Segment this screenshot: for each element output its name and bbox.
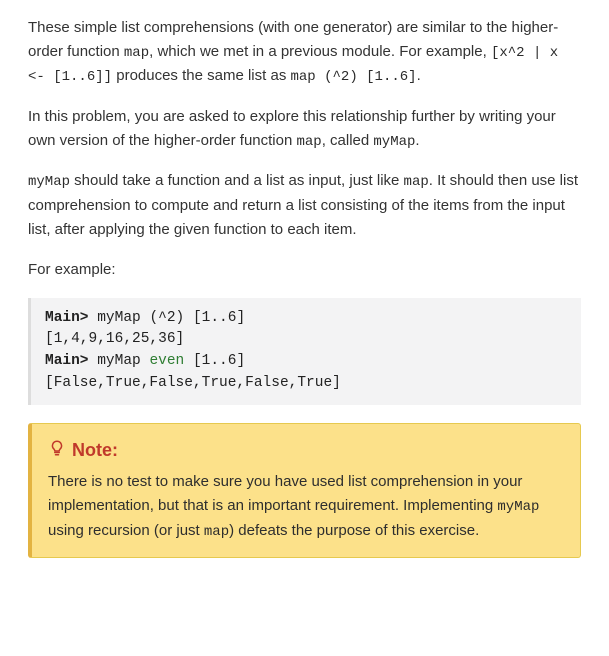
note-heading-text: Note: xyxy=(72,436,118,465)
note-heading: Note: xyxy=(48,436,564,465)
intro-paragraph-1: These simple list comprehensions (with o… xyxy=(28,16,581,89)
note-box: Note: There is no test to make sure you … xyxy=(28,423,581,559)
intro-paragraph-2: In this problem, you are asked to explor… xyxy=(28,105,581,153)
note-body: There is no test to make sure you have u… xyxy=(48,470,564,543)
example-intro: For example: xyxy=(28,258,581,282)
bulb-icon xyxy=(48,439,66,460)
code-example-block: Main> myMap (^2) [1..6] [1,4,9,16,25,36]… xyxy=(28,298,581,405)
intro-paragraph-3: myMap should take a function and a list … xyxy=(28,169,581,241)
